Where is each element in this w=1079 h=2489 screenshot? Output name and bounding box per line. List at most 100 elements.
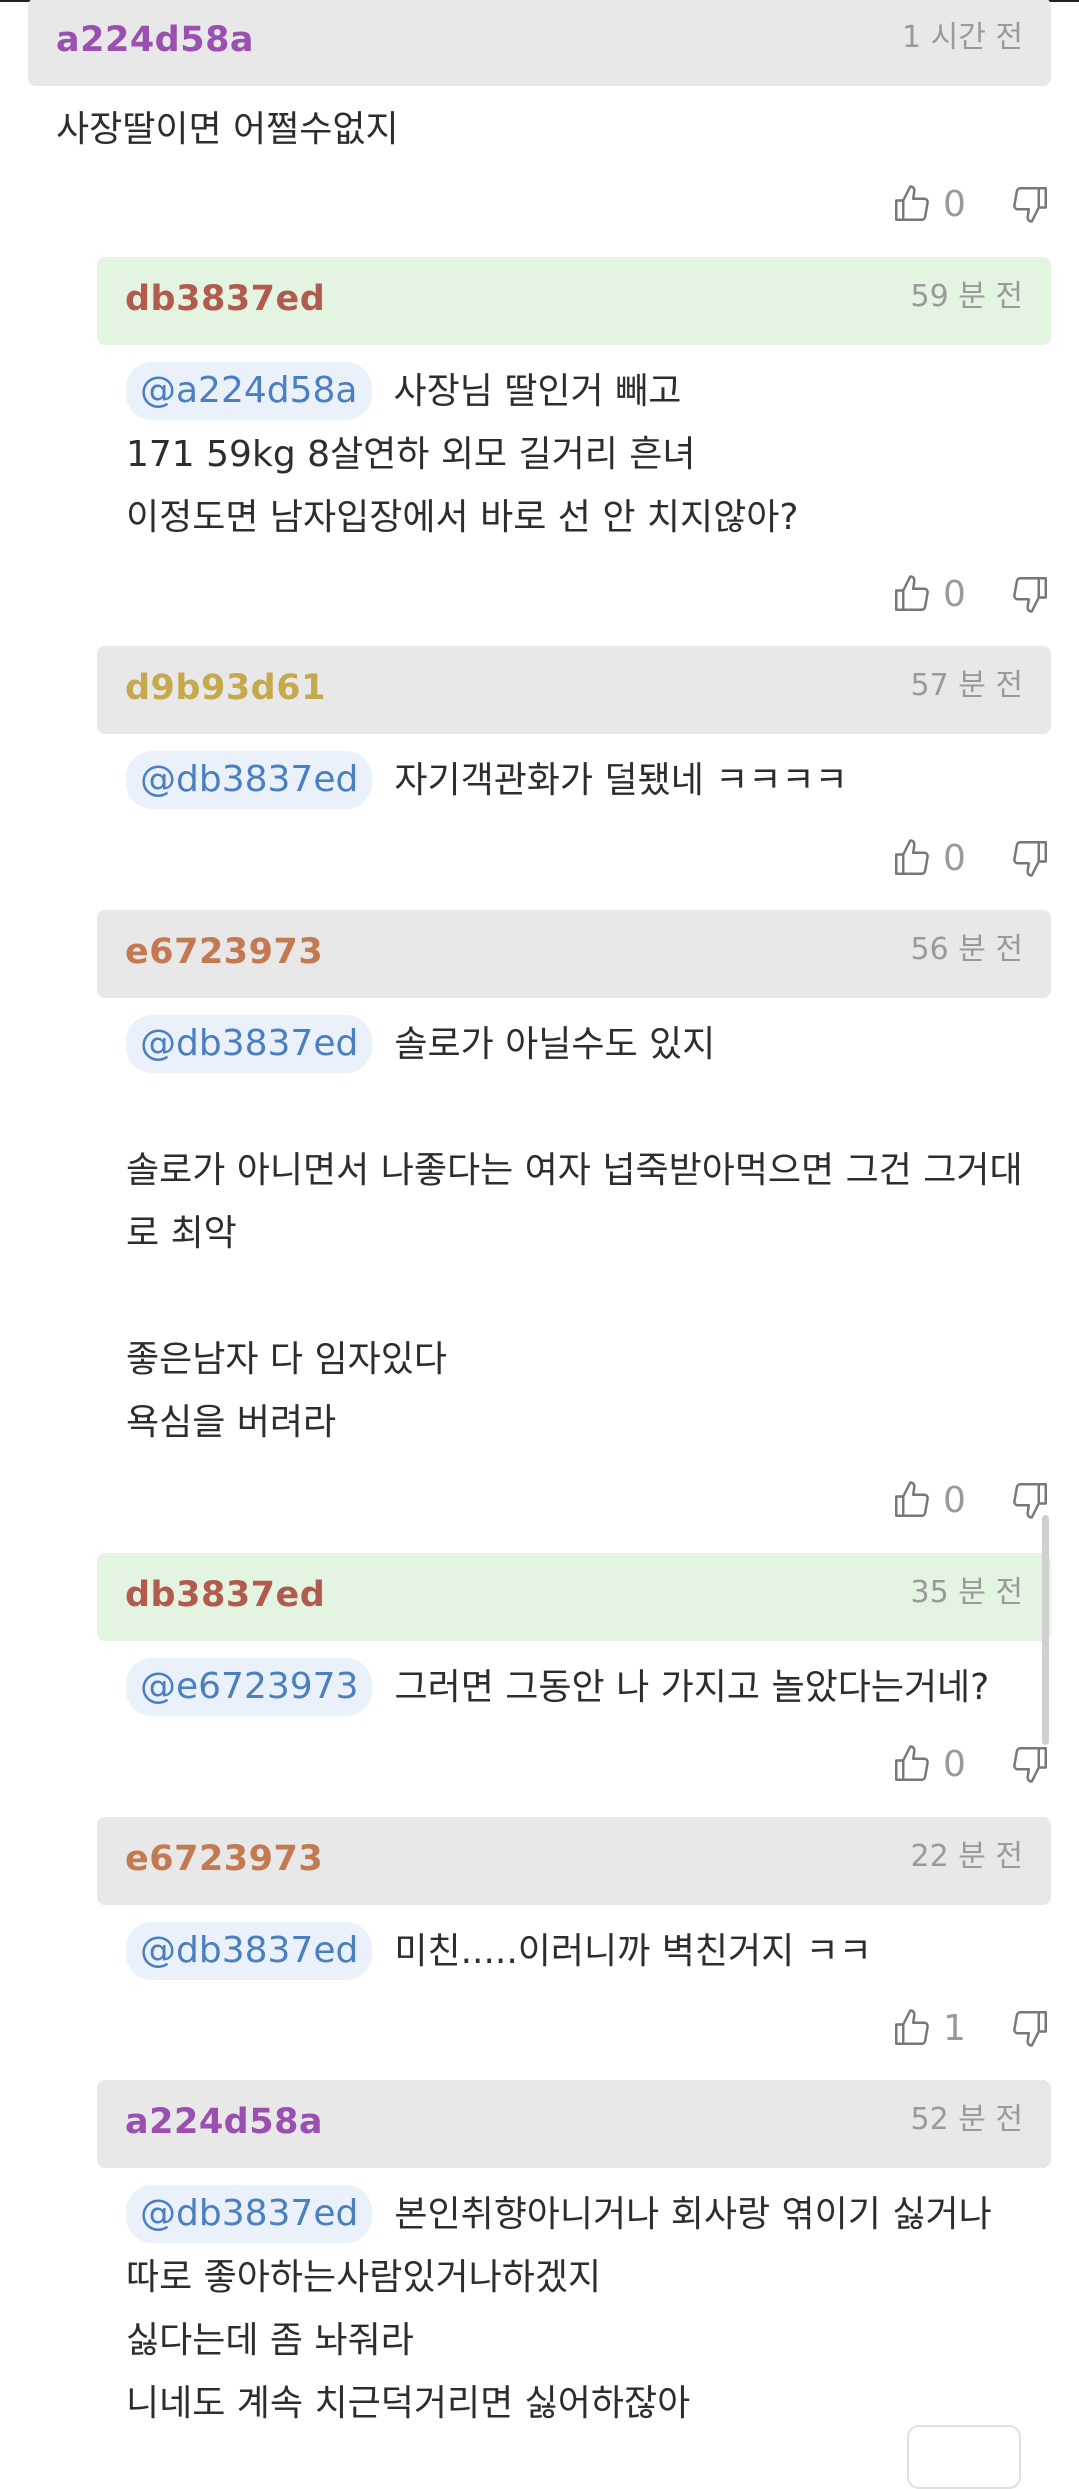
thumbs-up-icon [891,1479,933,1521]
comment-text: 본인취향아니거나 회사랑 엮이기 싫거나 [394,2194,992,2235]
comment-author[interactable]: db3837ed [125,1575,325,1615]
comment-body: @db3837ed 미친.....이러니까 벽친거지 ㅋㅋ [126,1920,1051,1983]
comment-time: 52 분 전 [910,2102,1023,2137]
comment-body: @a224d58a 사장님 딸인거 빼고 171 59kg 8살연하 외모 길거리… [126,360,1051,549]
comment-line: @db3837ed 미친.....이러니까 벽친거지 ㅋㅋ [126,1920,1051,1983]
comment-author[interactable]: a224d58a [125,2102,323,2142]
dislike-button[interactable] [1009,2007,1051,2049]
comment-text: 자기객관화가 덜됐네 ㅋㅋㅋㅋ [394,760,848,801]
comment-header: e6723973 22 분 전 [97,1817,1051,1905]
mention-tag[interactable]: @db3837ed [126,751,373,809]
reply: db3837ed 35 분 전 [97,1553,1051,1641]
comment-author[interactable]: e6723973 [125,1839,323,1879]
mention-tag[interactable]: @db3837ed [126,2185,373,2243]
comment-time: 56 분 전 [910,932,1023,967]
mention-tag[interactable]: @e6723973 [126,1658,373,1716]
like-button[interactable]: 0 [891,1743,969,1785]
comment-header: db3837ed 35 분 전 [97,1553,1051,1641]
comment-time: 22 분 전 [910,1839,1023,1874]
reply: db3837ed 59 분 전 [97,257,1051,345]
like-count: 0 [943,573,966,615]
mention-tag[interactable]: @db3837ed [126,1015,373,1073]
thumbs-down-icon [1009,2007,1051,2049]
comment-line: 사장딸이면 어쩔수없지 [56,109,399,150]
dislike-button[interactable] [1009,837,1051,879]
comment-author[interactable]: db3837ed [125,279,325,319]
like-count: 1 [943,2007,966,2049]
like-button[interactable]: 0 [891,573,969,615]
reply: e6723973 22 분 전 [97,1817,1051,1905]
thumbs-down-icon [1009,837,1051,879]
mention-tag[interactable]: @db3837ed [126,1922,373,1980]
thumbs-up-icon [891,1743,933,1785]
comment-body: @db3837ed 본인취향아니거나 회사랑 엮이기 싫거나 따로 좋아하는사람있… [126,2183,1051,2435]
vote-bar: 0 [891,1734,1051,1794]
scrollbar[interactable] [1042,1515,1049,1745]
dislike-button[interactable] [1009,573,1051,615]
vote-bar: 0 [891,174,1051,234]
comment-text: 사장님 딸인거 빼고 [393,371,682,412]
like-count: 0 [943,837,966,879]
vote-bar: 0 [891,1470,1051,1530]
vote-bar: 0 [891,828,1051,888]
comment-header: e6723973 56 분 전 [97,910,1051,998]
comment-text: 솔로가 아닐수도 있지 [394,1024,716,1065]
comment-line: @a224d58a 사장님 딸인거 빼고 [126,360,1051,423]
comment-header: a224d58a 1 시간 전 [28,0,1051,86]
comment-body: 사장딸이면 어쩔수없지 [56,98,399,161]
like-button[interactable]: 0 [891,183,969,225]
comment-line: 좋은남자 다 임자있다 [126,1339,447,1380]
comment-line: 욕심을 버려라 [126,1402,337,1443]
vote-bar: 1 [891,1998,1051,2058]
thumbs-up-icon [891,183,933,225]
like-button[interactable]: 0 [891,1479,969,1521]
comment-time: 35 분 전 [910,1575,1023,1610]
floating-vote-widget[interactable] [907,2425,1021,2489]
comment-text: 미친.....이러니까 벽친거지 ㅋㅋ [394,1931,872,1972]
thumbs-up-icon [891,2007,933,2049]
reply: d9b93d61 57 분 전 [97,646,1051,734]
comment-body: @db3837ed 자기객관화가 덜됐네 ㅋㅋㅋㅋ [126,749,1051,812]
comment-author[interactable]: d9b93d61 [125,668,326,708]
reply: a224d58a 52 분 전 [97,2080,1051,2168]
reply: e6723973 56 분 전 [97,910,1051,998]
thumbs-down-icon [1009,183,1051,225]
comment-line: 이정도면 남자입장에서 바로 선 안 치지않아? [126,497,799,538]
comment-line: 171 59kg 8살연하 외모 길거리 흔녀 [126,434,696,475]
comment-line: 싫다는데 좀 놔줘라 [126,2320,414,2361]
comment-time: 57 분 전 [910,668,1023,703]
vote-bar: 0 [891,564,1051,624]
comment-line: 로 최악 [126,1213,237,1254]
comment-line: 따로 좋아하는사람있거나하겠지 [126,2257,602,2298]
comment-body: @e6723973 그러면 그동안 나 가지고 놀았다는거네? [126,1656,1051,1719]
comment-header: d9b93d61 57 분 전 [97,646,1051,734]
comment-line: @e6723973 그러면 그동안 나 가지고 놀았다는거네? [126,1656,1051,1719]
comment-line: @db3837ed 솔로가 아닐수도 있지 [126,1013,1051,1076]
comment-body: @db3837ed 솔로가 아닐수도 있지 솔로가 아니면서 나좋다는 여자 넙죽… [126,1013,1051,1454]
like-count: 0 [943,1479,966,1521]
dislike-button[interactable] [1009,183,1051,225]
comment-author[interactable]: e6723973 [125,932,323,972]
dislike-button[interactable] [1009,1743,1051,1785]
comment-text: 그러면 그동안 나 가지고 놀았다는거네? [394,1667,990,1708]
like-count: 0 [943,183,966,225]
mention-tag[interactable]: @a224d58a [126,362,372,420]
thumbs-down-icon [1009,573,1051,615]
comment-line: @db3837ed 본인취향아니거나 회사랑 엮이기 싫거나 [126,2183,1051,2246]
like-button[interactable]: 0 [891,837,969,879]
comment-time: 59 분 전 [910,279,1023,314]
thumbs-down-icon [1009,1743,1051,1785]
comment-line: @db3837ed 자기객관화가 덜됐네 ㅋㅋㅋㅋ [126,749,1051,812]
comment-author[interactable]: a224d58a [56,20,254,60]
thumbs-up-icon [891,837,933,879]
comment-header: db3837ed 59 분 전 [97,257,1051,345]
comment-time: 1 시간 전 [902,20,1023,55]
like-count: 0 [943,1743,966,1785]
comment-header: a224d58a 52 분 전 [97,2080,1051,2168]
comment: a224d58a 1 시간 전 [28,0,1051,86]
comment-line: 솔로가 아니면서 나좋다는 여자 넙죽받아먹으면 그건 그거대 [126,1150,1023,1191]
thumbs-up-icon [891,573,933,615]
like-button[interactable]: 1 [891,2007,969,2049]
